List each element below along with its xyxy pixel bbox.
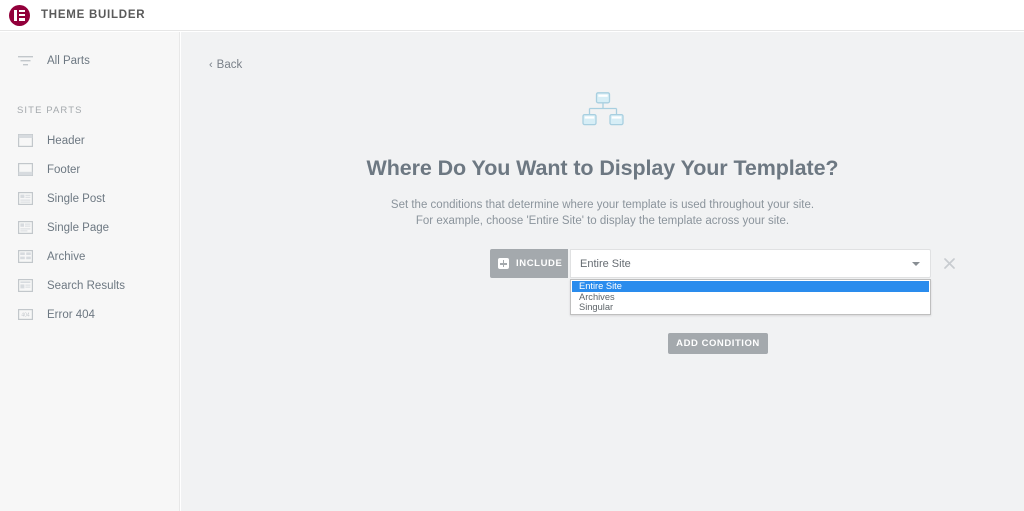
sidebar-item-header[interactable]: Header — [0, 126, 179, 155]
dropdown-option-singular[interactable]: Singular — [572, 302, 929, 313]
include-dropdown-button[interactable]: INCLUDE — [490, 249, 580, 278]
sidebar-item-label: Error 404 — [47, 308, 95, 321]
condition-select-value: Entire Site — [580, 257, 631, 270]
sidebar-item-label: All Parts — [47, 54, 90, 67]
sidebar-item-label: Footer — [47, 163, 81, 176]
sidebar-item-single-page[interactable]: Single Page — [0, 213, 179, 242]
sidebar-section-title: SITE PARTS — [17, 105, 83, 116]
elementor-logo-icon — [9, 4, 30, 26]
hero-title: Where Do You Want to Display Your Templa… — [366, 156, 839, 180]
add-condition-button[interactable]: ADD CONDITION — [668, 333, 768, 354]
condition-select[interactable]: Entire Site — [570, 249, 931, 278]
archive-grid-icon — [17, 248, 34, 265]
condition-select-wrap: Entire Site Entire Site Archives Singula… — [570, 249, 931, 315]
sidebar-item-label: Search Results — [47, 279, 125, 292]
plus-icon — [498, 258, 509, 269]
footer-layout-icon — [17, 161, 34, 178]
single-post-icon — [17, 190, 34, 207]
hero-description-line-2: For example, choose 'Entire Site' to dis… — [415, 215, 790, 227]
sidebar-item-search-results[interactable]: Search Results — [0, 271, 179, 300]
condition-dropdown-list[interactable]: Entire Site Archives Singular — [570, 279, 931, 315]
caret-down-icon — [912, 261, 920, 266]
hero-description: Set the conditions that determine where … — [181, 197, 1024, 229]
sidebar-item-footer[interactable]: Footer — [0, 155, 179, 184]
add-condition-label: ADD CONDITION — [676, 338, 760, 349]
single-page-icon — [17, 219, 34, 236]
page-title: THEME BUILDER — [41, 9, 146, 21]
dropdown-option-entire-site[interactable]: Entire Site — [572, 281, 929, 292]
search-results-icon — [17, 277, 34, 294]
sidebar-item-label: Single Page — [47, 221, 110, 234]
hero-description-line-1: Set the conditions that determine where … — [390, 199, 815, 211]
sidebar-item-label: Archive — [47, 250, 86, 263]
sidebar-item-single-post[interactable]: Single Post — [0, 184, 179, 213]
sidebar-item-error-404[interactable]: 404 Error 404 — [0, 300, 179, 329]
sidebar: All Parts SITE PARTS Header Footer Singl… — [0, 32, 180, 511]
sidebar-item-archive[interactable]: Archive — [0, 242, 179, 271]
hero-section: Where Do You Want to Display Your Templa… — [181, 32, 1024, 229]
sidebar-item-label: Header — [47, 134, 85, 147]
sidebar-item-all-parts[interactable]: All Parts — [0, 46, 179, 75]
filter-icon — [17, 52, 34, 69]
sidebar-site-parts-list: Header Footer Single Post Single Page Ar… — [0, 126, 179, 329]
sidebar-item-label: Single Post — [47, 192, 106, 205]
include-label: INCLUDE — [516, 258, 563, 269]
error-404-icon: 404 — [17, 306, 34, 323]
top-bar: THEME BUILDER — [0, 0, 1024, 31]
svg-text:404: 404 — [21, 312, 30, 318]
remove-condition-button[interactable] — [938, 249, 960, 278]
condition-row: INCLUDE Entire Site Entire Site Archives… — [490, 249, 960, 315]
dropdown-option-archives[interactable]: Archives — [572, 292, 929, 303]
sitemap-icon — [181, 92, 1024, 130]
header-layout-icon — [17, 132, 34, 149]
close-x-icon — [943, 258, 955, 269]
main-content: ‹ Back Where Do You Want to Display Your… — [181, 32, 1024, 511]
